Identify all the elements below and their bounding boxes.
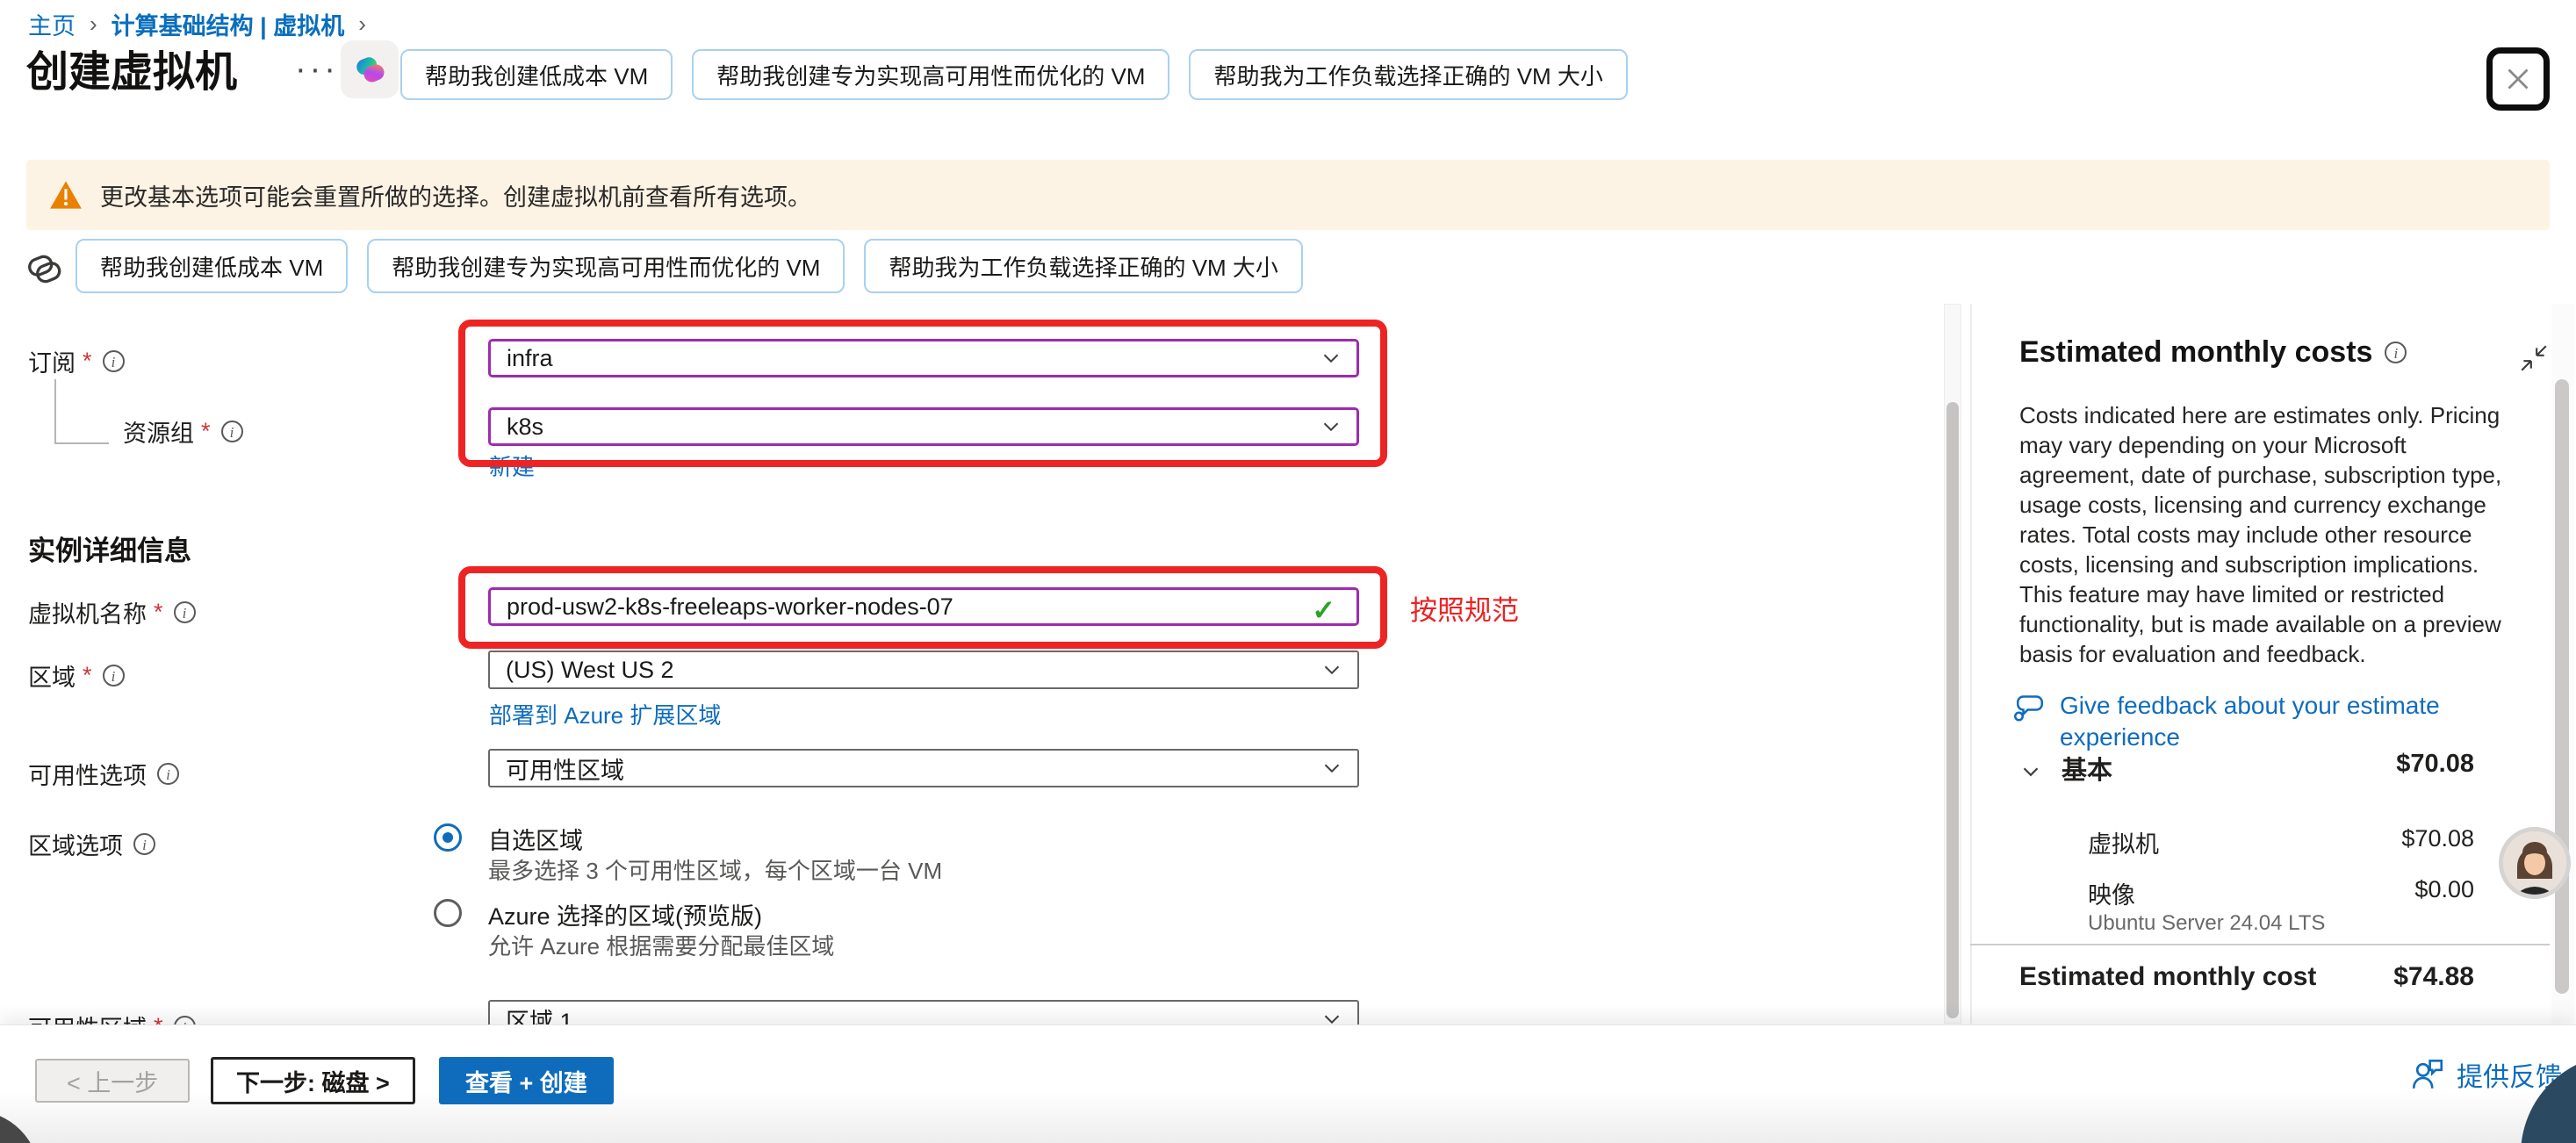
warning-text: 更改基本选项可能会重置所做的选择。创建虚拟机前查看所有选项。: [100, 178, 811, 212]
zone-radio-azure-select-label: Azure 选择的区域(预览版): [488, 897, 762, 931]
zone-radio-self-select-label: 自选区域: [488, 822, 583, 856]
info-icon[interactable]: [221, 421, 243, 442]
copilot-suggestion-button[interactable]: 帮助我创建低成本 VM: [400, 49, 673, 100]
tree-connector: [54, 442, 109, 444]
close-button[interactable]: [2486, 47, 2550, 111]
cost-row-subtext: Ubuntu Server 24.04 LTS: [2088, 911, 2325, 936]
copilot-suggestions-header: 帮助我创建低成本 VM 帮助我创建专为实现高可用性而优化的 VM 帮助我为工作负…: [400, 49, 1628, 100]
region-label: 区域 *: [28, 658, 125, 693]
page-title: 创建虚拟机: [26, 37, 237, 98]
more-button[interactable]: [295, 51, 339, 89]
zone-radio-azure-select-desc: 允许 Azure 根据需要分配最佳区域: [488, 929, 834, 961]
breadcrumb-separator-icon: [90, 11, 97, 38]
previous-button[interactable]: < 上一步: [35, 1059, 190, 1103]
estimate-feedback-link[interactable]: Give feedback about your estimate experi…: [2012, 690, 2499, 753]
copilot-outline-icon: [23, 248, 65, 294]
avatar[interactable]: [2499, 827, 2571, 899]
vm-name-input[interactable]: prod-usw2-k8s-freeleaps-worker-nodes-07: [488, 587, 1359, 626]
cost-group-amount: $70.08: [2019, 750, 2474, 779]
copilot-suggestion-button[interactable]: 帮助我为工作负载选择正确的 VM 大小: [864, 239, 1302, 293]
availability-options-label: 可用性选项: [28, 757, 179, 791]
copilot-suggestions-inline: 帮助我创建低成本 VM 帮助我创建专为实现高可用性而优化的 VM 帮助我为工作负…: [76, 239, 1303, 293]
chevron-down-icon: [1318, 345, 1344, 371]
validation-check-icon: [1312, 593, 1335, 627]
zone-options-label: 区域选项: [28, 827, 155, 861]
subscription-dropdown[interactable]: infra: [488, 339, 1359, 377]
info-icon[interactable]: [2385, 341, 2407, 363]
copilot-suggestion-button[interactable]: 帮助我为工作负载选择正确的 VM 大小: [1189, 49, 1627, 100]
chevron-down-icon: [1318, 413, 1344, 440]
create-vm-blade: 主页 计算基础结构 | 虚拟机 创建虚拟机 帮助我创建低成本 VM 帮助我创建专…: [0, 0, 2576, 1143]
info-icon[interactable]: [174, 601, 196, 623]
copilot-icon[interactable]: [341, 40, 399, 98]
cost-row-amount: $70.08: [2019, 825, 2474, 852]
subscription-label: 订阅 *: [28, 344, 125, 378]
feedback-bubbles-icon: [2012, 690, 2047, 725]
info-icon[interactable]: [157, 763, 179, 785]
info-icon[interactable]: [133, 833, 155, 855]
total-cost-amount: $74.88: [2019, 962, 2474, 992]
main-scrollbar-thumb[interactable]: [1946, 402, 1959, 1018]
chevron-down-icon: [1319, 755, 1345, 781]
resource-group-dropdown[interactable]: k8s: [488, 407, 1359, 446]
panel-divider: [1970, 944, 2550, 945]
chevron-down-icon: [1319, 657, 1345, 683]
create-new-link[interactable]: 新建: [489, 449, 535, 482]
availability-options-dropdown[interactable]: 可用性区域: [488, 749, 1359, 787]
warning-icon: [49, 180, 83, 210]
panel-scrollbar-thumb[interactable]: [2555, 379, 2569, 994]
vm-name-label: 虚拟机名称 *: [28, 595, 196, 629]
close-icon: [2502, 63, 2534, 95]
resource-group-label: 资源组 *: [123, 414, 243, 449]
warning-banner: 更改基本选项可能会重置所做的选择。创建虚拟机前查看所有选项。: [26, 160, 2550, 230]
copilot-suggestion-button[interactable]: 帮助我创建专为实现高可用性而优化的 VM: [367, 239, 845, 293]
region-dropdown[interactable]: (US) West US 2: [488, 651, 1359, 689]
next-button[interactable]: 下一步: 磁盘 >: [211, 1057, 415, 1104]
zone-radio-azure-select[interactable]: [434, 899, 462, 927]
copilot-suggestion-button[interactable]: 帮助我创建专为实现高可用性而优化的 VM: [692, 49, 1169, 100]
tree-connector: [54, 379, 56, 444]
copilot-logo-icon: [350, 50, 389, 89]
zone-radio-self-select[interactable]: [434, 823, 462, 852]
info-icon[interactable]: [103, 350, 125, 372]
collapse-icon[interactable]: [2518, 342, 2550, 374]
cost-panel-title: Estimated monthly costs: [2019, 335, 2407, 370]
cost-row-amount: $0.00: [2019, 876, 2474, 903]
extended-zones-link[interactable]: 部署到 Azure 扩展区域: [489, 698, 721, 730]
copilot-suggestion-button[interactable]: 帮助我创建低成本 VM: [76, 239, 348, 293]
feedback-person-icon: [2409, 1056, 2446, 1093]
zone-radio-self-select-desc: 最多选择 3 个可用性区域，每个区域一台 VM: [488, 853, 942, 886]
cost-description: Costs indicated here are estimates only.…: [2019, 400, 2524, 669]
section-title: 实例详细信息: [28, 528, 191, 568]
breadcrumb-separator-icon: [358, 11, 366, 38]
info-icon[interactable]: [103, 665, 125, 687]
annotation-text: 按照规范: [1410, 588, 1519, 628]
feedback-link[interactable]: 提供反馈: [2409, 1055, 2562, 1094]
review-create-button[interactable]: 查看 + 创建: [439, 1057, 614, 1104]
panel-divider: [1970, 304, 1972, 1024]
footer: < 上一步 下一步: 磁盘 > 查看 + 创建 提供反馈: [0, 1024, 2576, 1143]
